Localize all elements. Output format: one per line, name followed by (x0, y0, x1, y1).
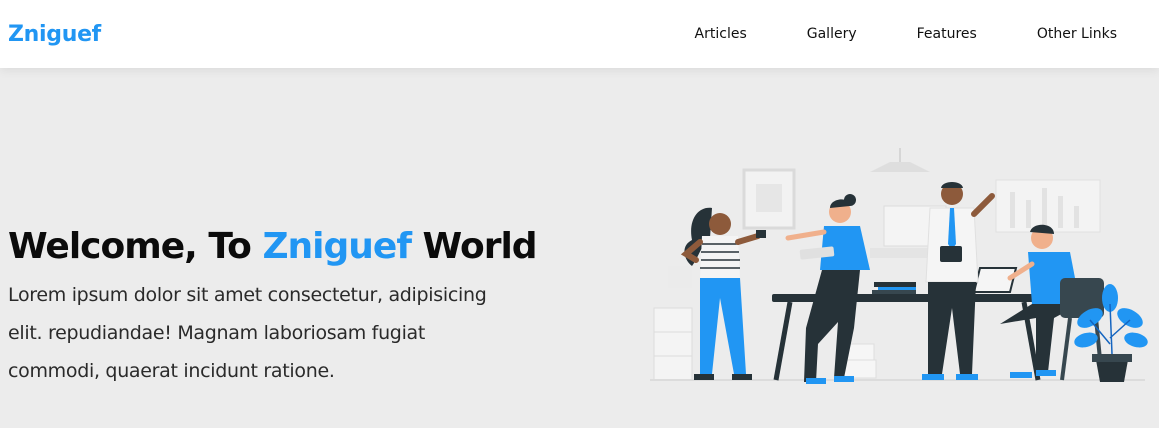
nav-item-articles: Articles (665, 0, 777, 68)
nav-item-gallery: Gallery (777, 0, 887, 68)
nav-link-other-links[interactable]: Other Links (1007, 26, 1117, 42)
nav-item-features: Features (887, 0, 1007, 68)
hero-description: Lorem ipsum dolor sit amet consectetur, … (8, 284, 487, 382)
nav-item-other-links: Other Links (1007, 0, 1117, 68)
hero-section: Welcome, To Zniguef World Lorem ipsum do… (0, 68, 1159, 428)
hero-title: Welcome, To Zniguef World (8, 224, 538, 270)
nav-link-gallery[interactable]: Gallery (777, 26, 887, 42)
hero-title-accent: Zniguef (262, 226, 412, 267)
main-nav: Articles Gallery Features Other Links (665, 0, 1117, 68)
hero-title-suffix: World (411, 226, 538, 267)
nav-link-articles[interactable]: Articles (665, 26, 777, 42)
nav-link-features[interactable]: Features (887, 26, 1007, 42)
site-logo[interactable]: Zniguef (8, 22, 101, 47)
team-meeting-illustration (650, 148, 1148, 384)
hero-title-prefix: Welcome, To (8, 226, 263, 267)
top-navbar: Zniguef Articles Gallery Features Other … (0, 0, 1159, 68)
hero-text: Welcome, To Zniguef World Lorem ipsum do… (8, 224, 538, 390)
